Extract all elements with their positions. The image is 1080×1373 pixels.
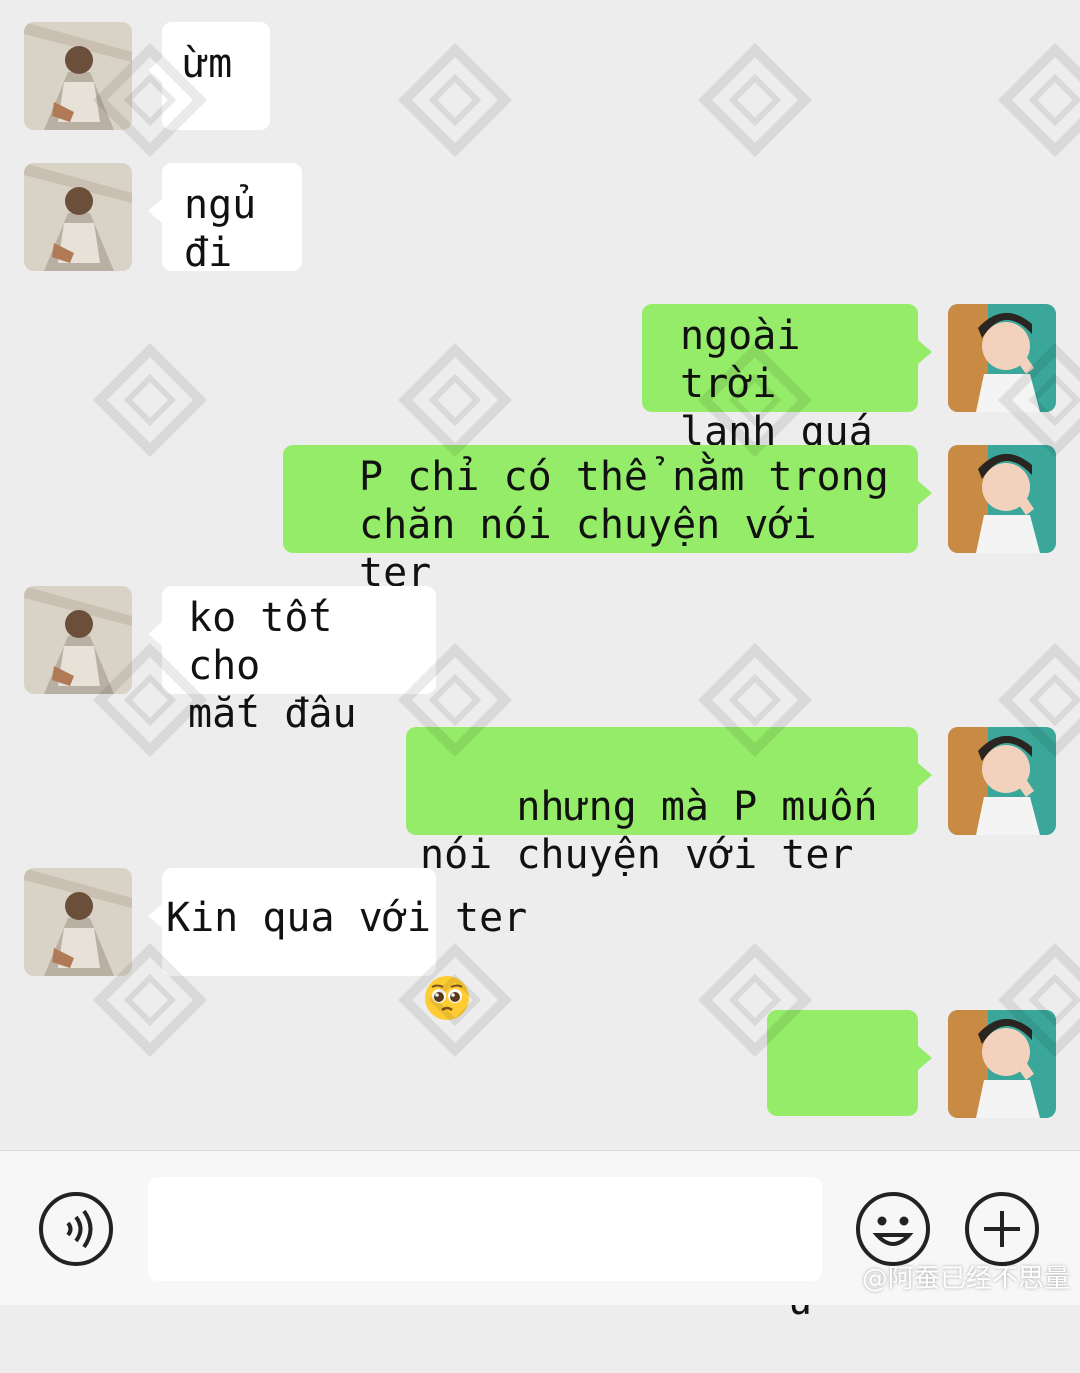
self-avatar[interactable] [948, 445, 1056, 553]
message-bubble-incoming[interactable]: ngủ đi [148, 163, 302, 276]
self-avatar[interactable] [948, 1010, 1056, 1118]
voice-input-button[interactable] [38, 1191, 114, 1267]
message-bubble-outgoing[interactable]: P chỉ có thể nằm trong chăn nói chuyện v… [283, 445, 932, 596]
contact-avatar[interactable] [24, 22, 132, 130]
message-bubble-incoming[interactable]: ko tốt cho mắt đâu [148, 586, 436, 737]
message-input-bar: @阿蚕已经不思量 [0, 1150, 1080, 1305]
self-avatar[interactable] [948, 304, 1056, 412]
contact-avatar[interactable] [24, 163, 132, 271]
message-bubble-incoming[interactable]: Kin qua với ter [148, 868, 527, 976]
chat-area[interactable]: ừm ngủ đi ngoài trời lạnh quá P chỉ có t… [0, 0, 1080, 1324]
message-bubble-incoming[interactable]: ừm [148, 22, 270, 130]
voice-icon [39, 1192, 113, 1266]
message-bubble-outgoing[interactable]: ừ [767, 1010, 932, 1324]
contact-avatar[interactable] [24, 868, 132, 976]
self-avatar[interactable] [948, 727, 1056, 835]
message-bubble-outgoing[interactable]: nhưng mà P muốn nói chuyện với ter [406, 727, 932, 1020]
message-bubble-outgoing[interactable]: ngoài trời lạnh quá [642, 304, 932, 455]
smiley-icon [856, 1192, 930, 1266]
plus-icon [965, 1192, 1039, 1266]
more-options-button[interactable] [964, 1191, 1040, 1267]
message-input[interactable] [148, 1177, 822, 1281]
contact-avatar[interactable] [24, 586, 132, 694]
message-text: nhưng mà P muốn nói chuyện với ter [420, 784, 878, 878]
emoji-button[interactable] [855, 1191, 931, 1267]
weibo-credit: @阿蚕已经不思量 [861, 1264, 1070, 1294]
